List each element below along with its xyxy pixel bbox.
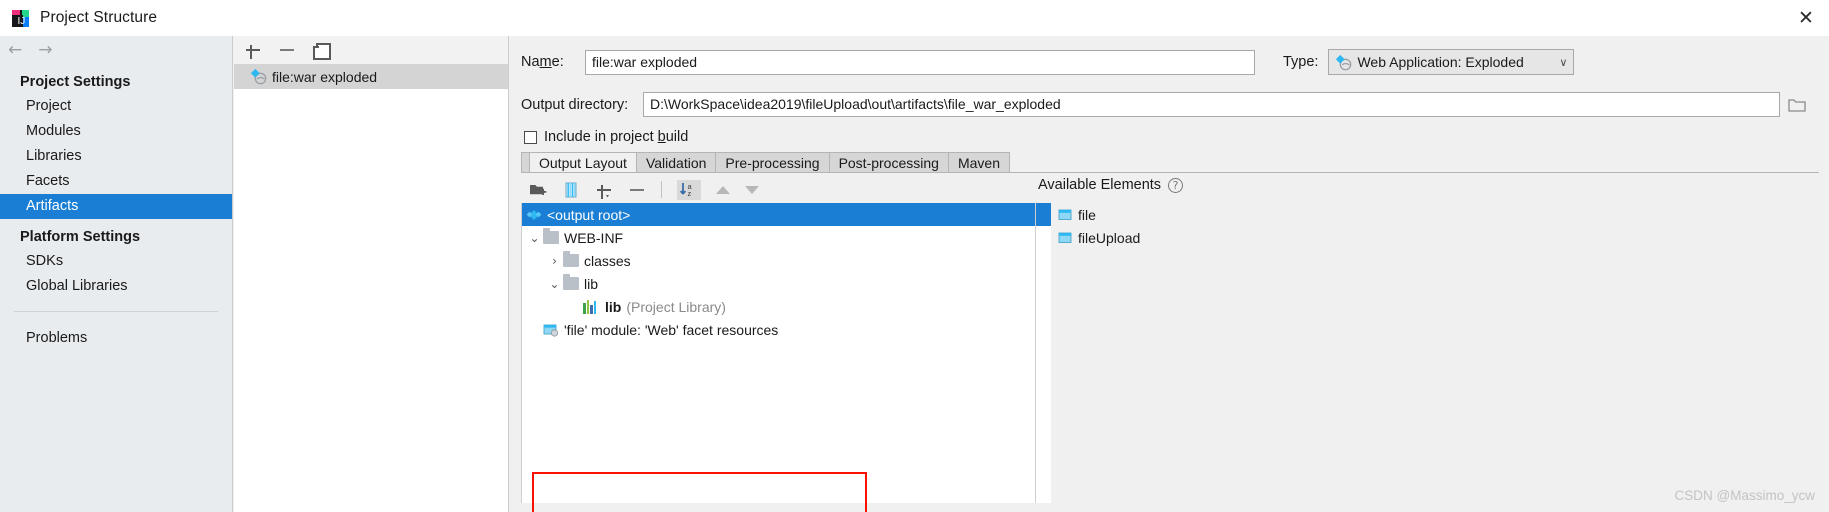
forward-arrow-icon[interactable]: →	[38, 41, 52, 59]
war-exploded-icon	[1335, 54, 1352, 71]
tree-row-suffix: (Project Library)	[626, 298, 726, 315]
tree-row[interactable]: ⌄ lib	[522, 272, 1051, 295]
svg-text:IJ: IJ	[18, 16, 26, 27]
available-elements-title: Available Elements	[1038, 177, 1162, 193]
chevron-right-icon[interactable]: ›	[546, 254, 563, 268]
svg-text:z: z	[688, 189, 692, 198]
folder-icon	[563, 251, 579, 267]
remove-artifact-button[interactable]	[278, 41, 296, 59]
intellij-idea-icon: IJ	[11, 9, 30, 28]
tree-row-label: WEB-INF	[564, 229, 624, 246]
list-item[interactable]: fileUpload	[1038, 226, 1438, 249]
output-directory-label: Output directory:	[521, 96, 629, 113]
settings-sidebar: ← → Project Settings Project Modules Lib…	[0, 36, 233, 512]
tab-underline	[521, 172, 1819, 173]
chevron-down-icon[interactable]: ⌄	[526, 231, 543, 245]
tab-strip-lead	[521, 152, 530, 173]
tab-maven[interactable]: Maven	[948, 152, 1010, 173]
output-layout-toolbar: a z	[521, 176, 1041, 203]
sidebar-item-artifacts[interactable]: Artifacts	[0, 194, 232, 219]
sidebar-item-problems[interactable]: Problems	[0, 326, 232, 351]
add-artifact-button[interactable]	[244, 41, 262, 59]
tree-row-label: <output root>	[547, 206, 631, 223]
sidebar-item-global-libraries[interactable]: Global Libraries	[0, 274, 232, 299]
output-directory-input[interactable]: D:\WorkSpace\idea2019\fileUpload\out\art…	[643, 92, 1780, 117]
sort-az-icon[interactable]: a z	[677, 179, 701, 200]
list-item-label: file	[1078, 206, 1096, 223]
close-icon[interactable]: ✕	[1783, 0, 1829, 36]
output-layout-tree: <output root> ⌄ WEB-INF › classes ⌄ lib	[521, 203, 1051, 512]
tab-pre-processing[interactable]: Pre-processing	[716, 152, 830, 173]
module-facet-icon	[543, 323, 559, 337]
available-elements-header: Available Elements ?	[1038, 177, 1184, 193]
tree-row-label: classes	[584, 252, 631, 269]
output-root-icon	[526, 207, 542, 223]
output-directory-row: Output directory: D:\WorkSpace\idea2019\…	[521, 92, 1821, 117]
arrow-down-icon[interactable]	[745, 185, 759, 194]
artifact-list-item[interactable]: file:war exploded	[234, 64, 508, 89]
module-icon	[1058, 231, 1073, 245]
tab-output-layout[interactable]: Output Layout	[530, 152, 637, 173]
tree-row-label: 'file' module: 'Web' facet resources	[564, 321, 779, 338]
window-title: Project Structure	[40, 9, 158, 26]
new-folder-icon[interactable]	[529, 181, 547, 199]
module-icon	[1058, 208, 1073, 222]
folder-icon	[563, 274, 579, 290]
available-elements-list: file fileUpload	[1038, 203, 1438, 249]
title-bar: IJ Project Structure ✕	[0, 0, 1829, 36]
artifact-editor-panel: Name: file:war exploded Type: Web Applic…	[510, 36, 1829, 512]
folder-browse-icon[interactable]	[1786, 94, 1808, 116]
include-in-project-build-label: Include in project build	[544, 129, 689, 145]
library-icon	[583, 299, 599, 314]
artifacts-toolbar	[234, 36, 508, 64]
tree-row[interactable]: ⌄ WEB-INF	[522, 226, 1051, 249]
tree-row[interactable]: lib (Project Library)	[522, 295, 1051, 318]
artifact-type-dropdown[interactable]: Web Application: Exploded ∨	[1328, 49, 1575, 75]
tree-row[interactable]: › classes	[522, 249, 1051, 272]
include-in-project-build-checkbox[interactable]: Include in project build	[524, 129, 688, 145]
artifact-list-item-label: file:war exploded	[272, 68, 378, 85]
archive-icon[interactable]	[562, 181, 580, 199]
sidebar-item-sdks[interactable]: SDKs	[0, 249, 232, 274]
red-highlight-box	[532, 472, 867, 512]
artifact-type-value: Web Application: Exploded	[1357, 54, 1524, 70]
project-structure-dialog: IJ Project Structure ✕ ← → Project Setti…	[0, 0, 1829, 512]
sidebar-item-facets[interactable]: Facets	[0, 169, 232, 194]
tree-row[interactable]: 'file' module: 'Web' facet resources	[522, 318, 1051, 341]
list-item[interactable]: file	[1038, 203, 1438, 226]
list-item-label: fileUpload	[1078, 229, 1141, 246]
arrow-up-icon[interactable]	[716, 185, 730, 194]
panel-splitter[interactable]	[1035, 203, 1036, 503]
chevron-down-icon[interactable]: ⌄	[546, 277, 563, 291]
artifacts-list-panel: file:war exploded	[234, 36, 509, 512]
checkbox-box[interactable]	[524, 130, 537, 144]
help-icon[interactable]: ?	[1168, 177, 1184, 193]
sidebar-group-project-settings: Project Settings	[20, 74, 131, 90]
back-arrow-icon[interactable]: ←	[8, 41, 22, 59]
folder-icon	[543, 228, 559, 244]
sidebar-item-modules[interactable]: Modules	[0, 119, 232, 144]
minus-icon[interactable]	[628, 181, 646, 199]
tree-row-label: lib	[584, 275, 599, 292]
tab-post-processing[interactable]: Post-processing	[829, 152, 949, 173]
editor-tabs: Output Layout Validation Pre-processing …	[521, 151, 1010, 173]
sidebar-item-project[interactable]: Project	[0, 94, 232, 119]
sidebar-item-libraries[interactable]: Libraries	[0, 144, 232, 169]
sidebar-group-platform-settings: Platform Settings	[20, 229, 141, 245]
chevron-down-icon: ∨	[1559, 55, 1568, 69]
name-label: Name:	[521, 54, 564, 70]
tab-validation[interactable]: Validation	[636, 152, 717, 173]
war-exploded-icon	[250, 68, 267, 85]
tree-row-label: lib	[605, 298, 622, 315]
name-row: Name: file:war exploded Type: Web Applic…	[521, 49, 1821, 75]
plus-dropdown-icon[interactable]	[595, 181, 613, 199]
sidebar-divider	[14, 311, 218, 312]
type-label: Type:	[1283, 54, 1319, 70]
tree-row[interactable]: <output root>	[522, 203, 1051, 226]
name-input[interactable]: file:war exploded	[585, 49, 1255, 75]
toolbar-separator	[661, 181, 662, 198]
copy-artifact-button[interactable]	[312, 41, 331, 60]
watermark: CSDN @Massimo_ycw	[1674, 488, 1815, 503]
sidebar-nav-arrows: ← →	[0, 36, 232, 64]
